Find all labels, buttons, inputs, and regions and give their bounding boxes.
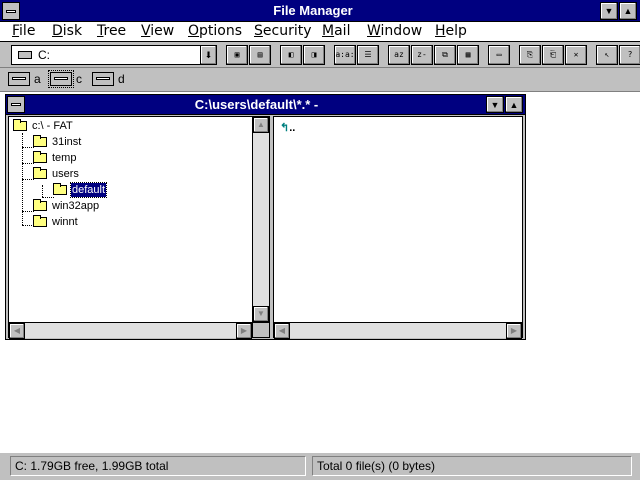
- menu-bar: File Disk Tree View Options Security Mai…: [0, 22, 640, 42]
- parent-directory-label: ..: [289, 122, 296, 134]
- menu-help[interactable]: Help: [435, 23, 467, 39]
- sort-size-button[interactable]: ⧉: [434, 45, 456, 65]
- disconnect-drive-button[interactable]: ▤: [249, 45, 271, 65]
- status-bar: C: 1.79GB free, 1.99GB total Total 0 fil…: [0, 452, 640, 480]
- combo-dropdown-arrow[interactable]: ⬇: [200, 46, 216, 64]
- app-title-bar[interactable]: File Manager ▼ ▲: [0, 0, 640, 22]
- stop-sharing-button[interactable]: ◨: [303, 45, 325, 65]
- system-menu-icon: [11, 103, 21, 106]
- menu-options[interactable]: Options: [188, 23, 242, 39]
- copy-button[interactable]: ⎘: [519, 45, 541, 65]
- up-arrow-icon: ↰: [280, 122, 290, 134]
- new-window-button[interactable]: ▭: [488, 45, 510, 65]
- scroll-right-button[interactable]: ▶: [236, 323, 252, 339]
- maximize-button[interactable]: ▲: [619, 2, 637, 20]
- menu-tree[interactable]: Tree: [97, 23, 126, 39]
- contents-pane[interactable]: ↰.. ◀ ▶: [273, 116, 523, 339]
- hard-drive-icon: [48, 70, 74, 88]
- share-button[interactable]: ◧: [280, 45, 302, 65]
- hard-drive-icon: [92, 72, 114, 86]
- drive-d-label: d: [118, 72, 125, 86]
- child-system-menu-button[interactable]: [7, 96, 25, 113]
- parent-directory-entry[interactable]: ↰..: [280, 121, 295, 134]
- toolbar: C: ⬇ ▣ ▤ ◧ ◨ a:a: ☰ az z- ⧉ ▦ ▭ ⎘ ⎗ ✕ ↖ …: [0, 42, 640, 68]
- delete-button[interactable]: ✕: [565, 45, 587, 65]
- scroll-right-button[interactable]: ▶: [506, 323, 522, 339]
- tree-item-label: win32app: [52, 200, 100, 212]
- folder-icon: [33, 151, 47, 163]
- disk-free-status: C: 1.79GB free, 1.99GB total: [10, 456, 306, 476]
- scroll-left-button[interactable]: ◀: [9, 323, 25, 339]
- scroll-up-button[interactable]: ▲: [253, 117, 269, 133]
- connect-drive-button[interactable]: ▣: [226, 45, 248, 65]
- tree-item-label: default: [69, 182, 108, 198]
- child-maximize-button[interactable]: ▲: [505, 96, 523, 113]
- tree-line: [42, 197, 54, 198]
- folder-icon: [33, 215, 47, 227]
- tree-line: [42, 185, 43, 197]
- properties-button[interactable]: ↖: [596, 45, 618, 65]
- folder-icon: [33, 135, 47, 147]
- tree-line: [22, 179, 34, 180]
- folder-icon: [33, 167, 47, 179]
- sort-type-button[interactable]: z-: [411, 45, 433, 65]
- help-button[interactable]: ?: [619, 45, 640, 65]
- directory-window[interactable]: C:\users\default\*.* - ▼ ▲ c:\ - FAT 31i…: [5, 94, 526, 340]
- menu-view[interactable]: View: [141, 23, 174, 39]
- large-icons-button[interactable]: a:a:: [334, 45, 356, 65]
- drive-c-label: c: [76, 72, 82, 86]
- move-button[interactable]: ⎗: [542, 45, 564, 65]
- tree-item-label: 31inst: [52, 136, 82, 148]
- menu-mail[interactable]: Mail: [322, 23, 350, 39]
- scroll-left-button[interactable]: ◀: [274, 323, 290, 339]
- minimize-button[interactable]: ▼: [600, 2, 618, 20]
- list-view-button[interactable]: ☰: [357, 45, 379, 65]
- tree-pane[interactable]: c:\ - FAT 31inst temp users default win3…: [8, 116, 270, 339]
- tree-vertical-scrollbar[interactable]: ▲ ▼: [252, 117, 269, 322]
- sort-date-button[interactable]: ▦: [457, 45, 479, 65]
- drive-combo-value: C:: [38, 48, 50, 62]
- directory-window-title: C:\users\default\*.* -: [194, 97, 319, 112]
- tree-item-label: users: [52, 168, 79, 180]
- file-count-status: Total 0 file(s) (0 bytes): [312, 456, 632, 476]
- drive-a-label: a: [34, 72, 41, 86]
- tree-line: [22, 163, 34, 164]
- directory-window-title-bar[interactable]: C:\users\default\*.* - ▼ ▲: [6, 95, 525, 115]
- folder-icon: [33, 199, 47, 211]
- floppy-drive-icon: [8, 72, 30, 86]
- app-title: File Manager: [273, 3, 353, 18]
- scroll-down-button[interactable]: ▼: [253, 306, 269, 322]
- open-folder-icon: [53, 183, 67, 195]
- drive-combo[interactable]: C: ⬇: [11, 45, 217, 65]
- menu-disk[interactable]: Disk: [52, 23, 82, 39]
- tree-item-label: temp: [52, 152, 77, 164]
- tree-line: [22, 211, 34, 212]
- hard-drive-icon: [18, 51, 32, 59]
- drive-bar: a c d: [0, 68, 640, 92]
- tree-item-label: winnt: [52, 216, 78, 228]
- system-menu-icon: [6, 10, 16, 13]
- tree-line: [22, 147, 34, 148]
- system-menu-button[interactable]: [2, 2, 20, 20]
- menu-security[interactable]: Security: [254, 23, 312, 39]
- menu-file[interactable]: File: [12, 23, 35, 39]
- tree-horizontal-scrollbar[interactable]: ◀ ▶: [9, 322, 252, 339]
- sort-name-button[interactable]: az: [388, 45, 410, 65]
- contents-horizontal-scrollbar[interactable]: ◀ ▶: [274, 322, 522, 339]
- scrollbar-corner: [252, 322, 269, 337]
- folder-icon: [13, 119, 27, 131]
- menu-window[interactable]: Window: [367, 23, 422, 39]
- tree-item-label: c:\ - FAT: [32, 120, 73, 132]
- child-minimize-button[interactable]: ▼: [486, 96, 504, 113]
